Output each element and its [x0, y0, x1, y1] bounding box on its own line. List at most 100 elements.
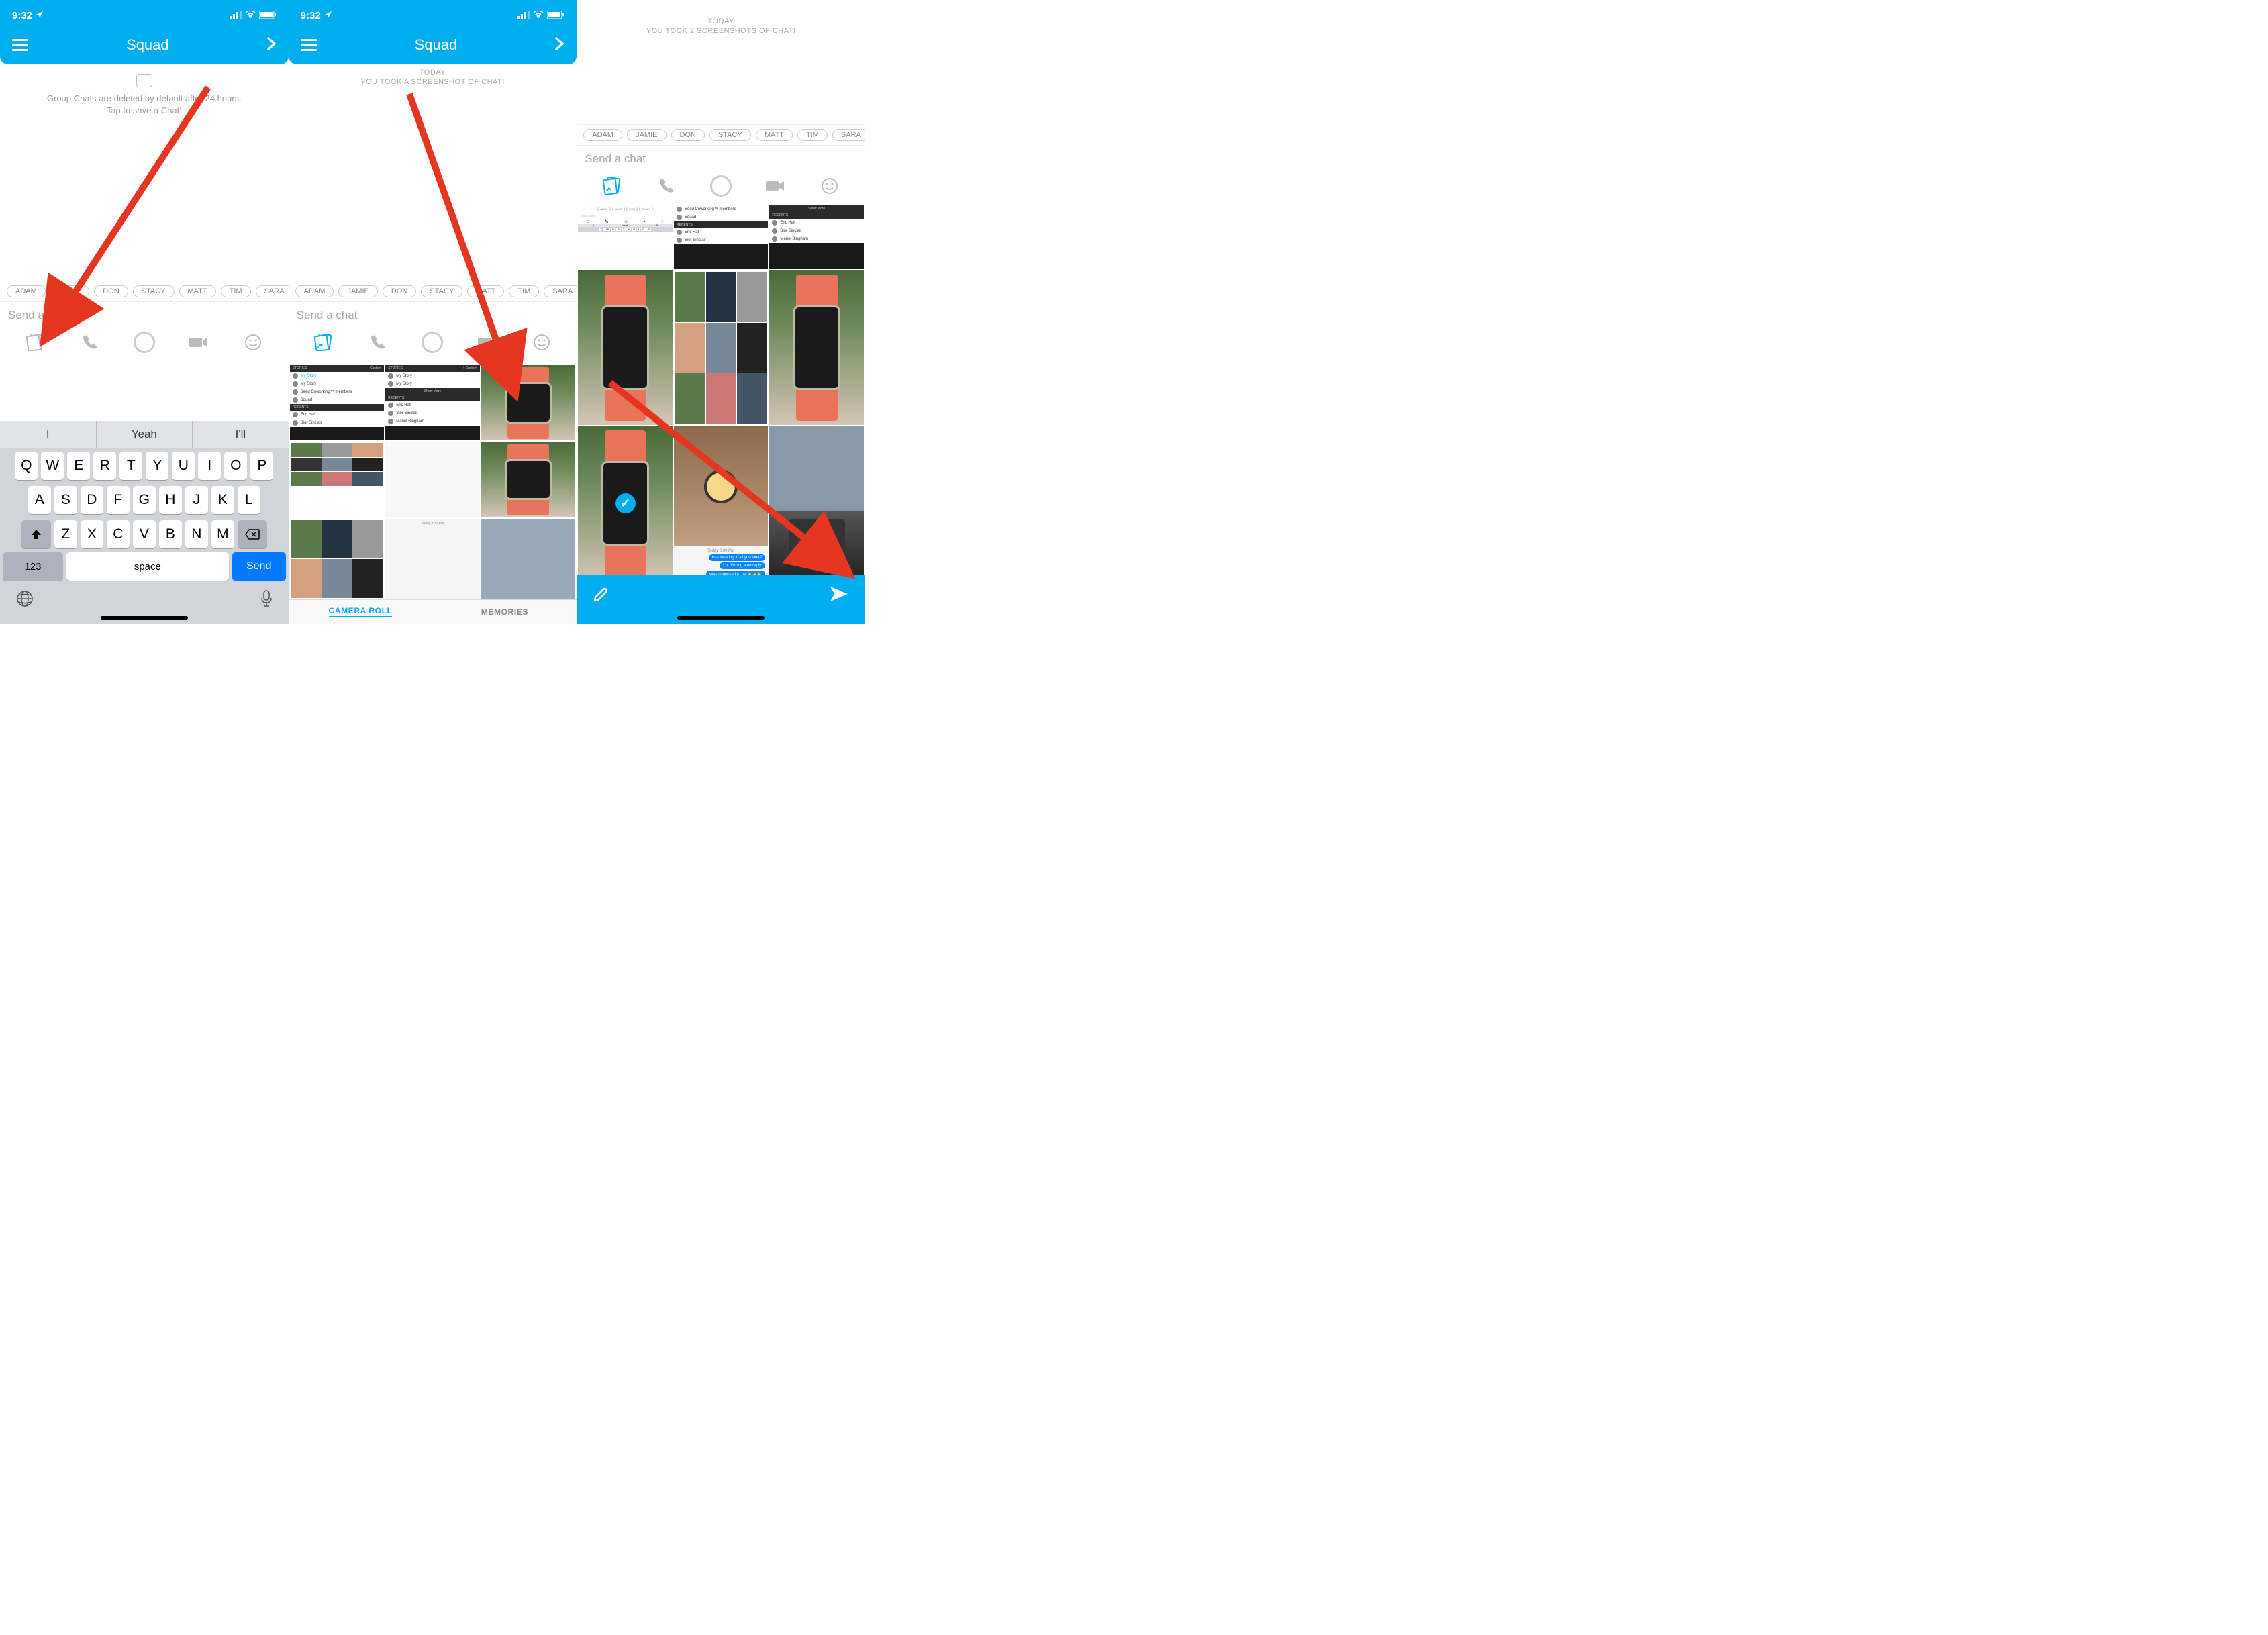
tab-memories[interactable]: MEMORIES — [432, 600, 577, 624]
home-indicator[interactable] — [677, 616, 765, 620]
photo-thumb[interactable]: STORIES+ Custom My Story My Story Show M… — [385, 365, 480, 440]
chevron-right-icon[interactable] — [555, 37, 564, 54]
key-g[interactable]: G — [133, 486, 156, 514]
chip-don[interactable]: DON — [94, 285, 128, 297]
chip-matt[interactable]: MATT — [467, 285, 504, 297]
photo-thumb[interactable]: Today 8:30 PM — [385, 519, 480, 599]
chip-sara[interactable]: SARA — [256, 285, 289, 297]
photo-thumb-watch[interactable] — [578, 270, 673, 425]
member-chips[interactable]: ADAM JAMIE DON STACY MATT TIM SARA — [0, 281, 289, 302]
key-a[interactable]: A — [28, 486, 51, 514]
photo-thumb[interactable]: STORIES+ Custom My Story My Story Seed C… — [290, 365, 385, 440]
chevron-right-icon[interactable] — [267, 37, 277, 54]
chip-stacy[interactable]: STACY — [709, 129, 751, 141]
record-button[interactable] — [709, 174, 733, 198]
chip-don[interactable]: DON — [671, 129, 705, 141]
photos-icon[interactable] — [600, 174, 624, 198]
key-j[interactable]: J — [185, 486, 208, 514]
chat-info-banner[interactable]: Group Chats are deleted by default after… — [0, 64, 289, 126]
chip-matt[interactable]: MATT — [179, 285, 216, 297]
key-u[interactable]: U — [172, 452, 195, 480]
key-o[interactable]: O — [224, 452, 247, 480]
photo-thumb[interactable]: Today 8:30 PM In a meeting. Call you lat… — [674, 426, 769, 575]
record-button[interactable] — [420, 330, 444, 354]
key-k[interactable]: K — [211, 486, 234, 514]
chip-tim[interactable]: TIM — [509, 285, 539, 297]
mic-icon[interactable] — [260, 590, 273, 611]
photo-thumb[interactable]: Seed Coworking™ members Squad RECENTS Er… — [674, 205, 769, 269]
chip-adam[interactable]: ADAM — [295, 285, 334, 297]
photo-thumb[interactable] — [385, 442, 480, 517]
key-p[interactable]: P — [250, 452, 273, 480]
emoji-icon[interactable] — [530, 330, 554, 354]
menu-icon[interactable] — [12, 39, 28, 51]
globe-icon[interactable] — [16, 590, 34, 611]
edit-icon[interactable] — [593, 585, 610, 606]
video-icon[interactable] — [763, 174, 787, 198]
chip-sara[interactable]: SARA — [832, 129, 865, 141]
emoji-icon[interactable] — [241, 330, 265, 354]
suggestion-1[interactable]: I — [0, 421, 96, 448]
key-i[interactable]: I — [198, 452, 221, 480]
menu-icon[interactable] — [301, 39, 317, 51]
chat-input[interactable]: Send a chat — [577, 146, 865, 168]
photo-thumb[interactable] — [290, 442, 385, 517]
suggestion-2[interactable]: Yeah — [96, 421, 193, 448]
chip-matt[interactable]: MATT — [756, 129, 793, 141]
suggestion-3[interactable]: I'll — [192, 421, 289, 448]
chip-tim[interactable]: TIM — [221, 285, 251, 297]
key-q[interactable]: Q — [15, 452, 38, 480]
chip-jamie[interactable]: JAMIE — [338, 285, 377, 297]
space-key[interactable]: space — [66, 552, 229, 581]
send-icon[interactable] — [829, 585, 849, 606]
photo-thumb-watch[interactable] — [481, 365, 576, 440]
key-c[interactable]: C — [107, 520, 130, 548]
photos-icon[interactable] — [23, 330, 48, 354]
chip-stacy[interactable]: STACY — [421, 285, 462, 297]
key-m[interactable]: M — [211, 520, 234, 548]
chip-adam[interactable]: ADAM — [7, 285, 46, 297]
key-b[interactable]: B — [159, 520, 182, 548]
key-y[interactable]: Y — [146, 452, 168, 480]
member-chips[interactable]: ADAM JAMIE DON STACY MATT TIM SARA — [289, 281, 577, 302]
video-icon[interactable] — [187, 330, 211, 354]
key-e[interactable]: E — [67, 452, 90, 480]
numbers-key[interactable]: 123 — [3, 552, 63, 581]
chip-jamie[interactable]: JAMIE — [50, 285, 89, 297]
key-s[interactable]: S — [54, 486, 77, 514]
photo-thumb-watch-selected[interactable]: ✓ — [578, 426, 673, 575]
photo-thumb[interactable] — [674, 270, 769, 425]
photo-thumb-watch[interactable] — [481, 442, 576, 517]
send-key[interactable]: Send — [232, 552, 286, 581]
backspace-key[interactable] — [238, 520, 267, 548]
member-chips[interactable]: ADAM JAMIE DON STACY MATT TIM SARA — [577, 124, 865, 146]
emoji-icon[interactable] — [818, 174, 842, 198]
phone-icon[interactable] — [654, 174, 679, 198]
key-t[interactable]: T — [119, 452, 142, 480]
chip-don[interactable]: DON — [383, 285, 416, 297]
key-l[interactable]: L — [238, 486, 260, 514]
photo-thumb[interactable]: Show More RECENTS Eric Hall Sior Sinclai… — [769, 205, 864, 269]
phone-icon[interactable] — [78, 330, 102, 354]
video-icon[interactable] — [475, 330, 499, 354]
chip-jamie[interactable]: JAMIE — [627, 129, 666, 141]
photo-thumb[interactable] — [769, 426, 864, 575]
key-h[interactable]: H — [159, 486, 182, 514]
phone-icon[interactable] — [366, 330, 390, 354]
photo-thumb[interactable] — [481, 519, 576, 599]
home-indicator[interactable] — [101, 616, 188, 620]
key-w[interactable]: W — [41, 452, 64, 480]
key-v[interactable]: V — [133, 520, 156, 548]
tab-camera-roll[interactable]: CAMERA ROLL — [289, 600, 433, 624]
chat-input[interactable]: Send a chat — [289, 302, 577, 325]
key-f[interactable]: F — [107, 486, 130, 514]
chip-sara[interactable]: SARA — [544, 285, 577, 297]
key-r[interactable]: R — [93, 452, 116, 480]
chip-adam[interactable]: ADAM — [583, 129, 622, 141]
key-z[interactable]: Z — [54, 520, 77, 548]
chip-tim[interactable]: TIM — [797, 129, 828, 141]
record-button[interactable] — [132, 330, 156, 354]
photo-thumb[interactable]: ADAMJAMIEDONSTACY Send a chat ▢📞◯■☺ IYea… — [578, 205, 673, 269]
photo-thumb[interactable] — [290, 519, 385, 599]
key-x[interactable]: X — [81, 520, 103, 548]
